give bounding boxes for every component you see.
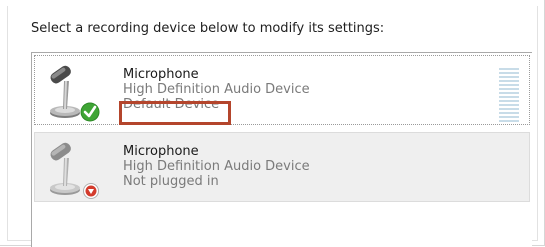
- level-meter-segment: [499, 112, 519, 114]
- level-meter-segment: [499, 96, 519, 98]
- instruction-text: Select a recording device below to modif…: [31, 21, 385, 36]
- level-meter-segment: [499, 76, 519, 78]
- default-device-highlight-box: [119, 101, 231, 125]
- level-meter-segment: [499, 72, 519, 74]
- check-badge-icon: [80, 102, 100, 122]
- level-meter-segment: [499, 88, 519, 90]
- device-item-default-microphone[interactable]: Microphone High Definition Audio Device …: [34, 55, 530, 125]
- device-name: Microphone: [123, 67, 199, 82]
- microphone-unplugged-icon: [50, 142, 99, 199]
- device-status: Not plugged in: [123, 174, 219, 189]
- device-description: High Definition Audio Device: [123, 82, 310, 97]
- level-meter-segment: [499, 84, 519, 86]
- level-meter-segment: [499, 100, 519, 102]
- device-description: High Definition Audio Device: [123, 159, 310, 174]
- level-meter-segment: [499, 80, 519, 82]
- recording-device-list[interactable]: Microphone High Definition Audio Device …: [31, 52, 532, 247]
- device-text: Microphone High Definition Audio Device …: [123, 144, 310, 189]
- unplugged-badge-icon: [83, 183, 99, 199]
- level-meter-segment: [499, 104, 519, 106]
- device-item-unplugged-microphone[interactable]: Microphone High Definition Audio Device …: [34, 132, 530, 202]
- device-name: Microphone: [123, 144, 199, 159]
- microphone-default-icon: [50, 65, 100, 122]
- level-meter-segment: [499, 68, 519, 70]
- level-meter-segment: [499, 108, 519, 110]
- sound-recording-tab: Select a recording device below to modif…: [0, 0, 545, 247]
- level-meter-segment: [499, 120, 519, 122]
- level-meter-segment: [499, 92, 519, 94]
- input-level-meter: [499, 68, 519, 124]
- level-meter-segment: [499, 116, 519, 118]
